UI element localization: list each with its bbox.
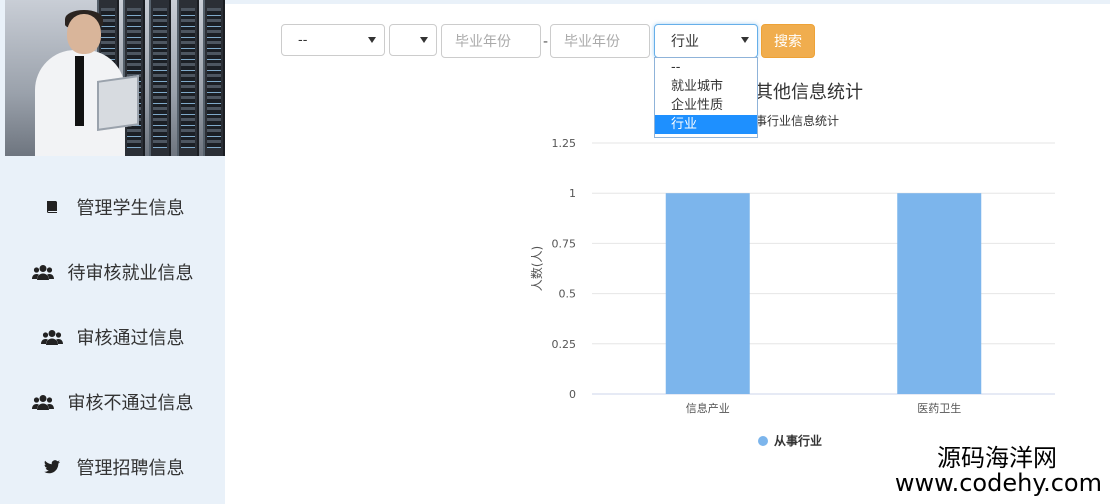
sidebar: 管理学生信息 待审核就业信息 审核通过信息 审核不通过信息 管理招聘信息 <box>0 0 225 504</box>
option-none[interactable]: -- <box>655 58 757 77</box>
sidebar-item-approved[interactable]: 审核通过信息 <box>0 317 225 357</box>
caret-down-icon <box>741 37 749 43</box>
users-icon <box>31 391 54 413</box>
caret-down-icon <box>420 37 428 43</box>
book-icon <box>41 196 63 218</box>
y-tick-label: 0 <box>569 388 576 401</box>
y-tick-label: 0.25 <box>552 338 577 351</box>
top-border <box>225 0 1110 4</box>
y-tick-label: 0.75 <box>552 237 577 250</box>
sidebar-item-manage-students[interactable]: 管理学生信息 <box>0 187 225 227</box>
bar <box>897 193 982 394</box>
users-icon <box>40 326 63 348</box>
range-separator: - <box>543 34 549 50</box>
graduation-year-to-placeholder: 毕业年份 <box>564 34 620 50</box>
x-tick-label: 信息产业 <box>686 401 730 415</box>
graduation-year-to-input[interactable]: 毕业年份 <box>550 24 650 58</box>
graduation-year-from-input[interactable]: 毕业年份 <box>441 24 541 58</box>
legend-label: 从事行业 <box>774 433 822 448</box>
y-tick-label: 0.5 <box>559 288 577 301</box>
chart-subtitle: 事行业信息统计 <box>755 114 840 128</box>
option-employment-city[interactable]: 就业城市 <box>655 77 757 96</box>
option-industry[interactable]: 行业 <box>655 115 757 134</box>
sidebar-item-label: 管理学生信息 <box>76 198 185 219</box>
x-tick-label: 医药卫生 <box>917 401 961 415</box>
stat-type-select[interactable]: 行业 <box>654 24 758 58</box>
watermark: 源码海洋网 www.codehy.com <box>894 443 1102 497</box>
sidebar-hero-image <box>5 0 225 156</box>
sidebar-item-pending-employment[interactable]: 待审核就业信息 <box>0 252 225 292</box>
twitter-icon <box>41 456 63 478</box>
sidebar-item-label: 管理招聘信息 <box>76 458 185 479</box>
sidebar-item-manage-recruitment[interactable]: 管理招聘信息 <box>0 447 225 487</box>
filter-select-1[interactable]: -- <box>281 24 385 56</box>
graduation-year-from-placeholder: 毕业年份 <box>455 34 511 50</box>
chart-title: 其他信息统计 <box>755 82 863 103</box>
sidebar-item-label: 审核通过信息 <box>76 328 185 349</box>
stat-type-select-value: 行业 <box>671 34 699 50</box>
y-axis-label: 人数(人) <box>529 246 544 291</box>
sidebar-item-rejected[interactable]: 审核不通过信息 <box>0 382 225 422</box>
y-tick-label: 1 <box>569 187 576 200</box>
watermark-site-name: 源码海洋网 <box>937 443 1057 472</box>
option-company-nature[interactable]: 企业性质 <box>655 96 757 115</box>
legend-marker <box>758 436 768 446</box>
sidebar-item-label: 待审核就业信息 <box>67 263 194 284</box>
watermark-url: www.codehy.com <box>894 468 1102 497</box>
bar <box>665 193 750 394</box>
caret-down-icon <box>368 37 376 43</box>
search-button[interactable]: 搜索 <box>761 24 815 58</box>
filter-select-2[interactable] <box>389 24 437 56</box>
sidebar-item-label: 审核不通过信息 <box>67 393 194 414</box>
users-icon <box>31 261 54 283</box>
stat-type-dropdown: -- 就业城市 企业性质 行业 <box>654 57 758 138</box>
filter-select-1-value: -- <box>298 32 308 48</box>
y-tick-label: 1.25 <box>552 137 577 150</box>
